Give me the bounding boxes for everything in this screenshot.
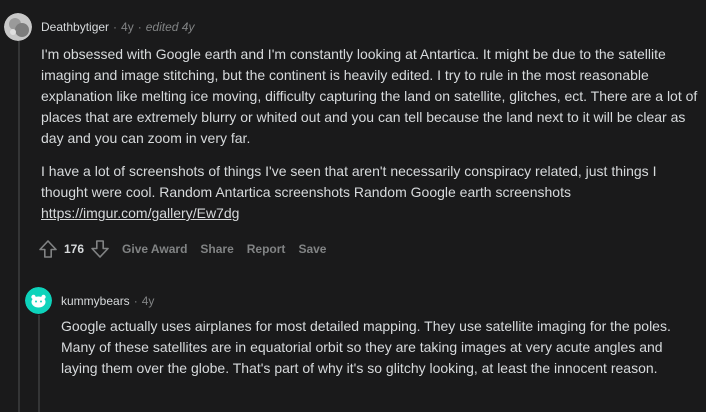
meta-separator: · (133, 294, 138, 308)
comment2-paragraph: Google actually uses airplanes for most … (61, 318, 671, 376)
meta-separator: · (113, 20, 118, 34)
meta-separator: · (137, 20, 142, 34)
share-button[interactable]: Share (200, 242, 233, 256)
arrow-up-icon[interactable] (38, 239, 58, 259)
comment2-timestamp[interactable]: 4y (142, 294, 155, 308)
arrow-down-icon[interactable] (90, 239, 110, 259)
comment1-paragraph-2: I have a lot of screenshots of things I'… (41, 161, 701, 224)
comment2-author[interactable]: kummybears (61, 294, 130, 308)
comment1-timestamp[interactable]: 4y (121, 20, 134, 34)
comment1-action-bar: 176 Give Award Share Report Save (38, 239, 339, 259)
vote-controls: 176 (38, 239, 110, 259)
comment1-body: I'm obsessed with Google earth and I'm c… (41, 44, 701, 236)
comment1-paragraph-2-text: I have a lot of screenshots of things I'… (41, 163, 657, 200)
comment1-meta: Deathbytiger · 4y · edited 4y (41, 20, 194, 34)
give-award-button[interactable]: Give Award (122, 242, 187, 256)
comment1-author[interactable]: Deathbytiger (41, 20, 109, 34)
comment2-meta: kummybears · 4y (61, 294, 154, 308)
thread-line-comment1[interactable] (18, 34, 20, 412)
save-button[interactable]: Save (298, 242, 326, 256)
avatar-kummybears[interactable] (25, 287, 52, 314)
comment1-edited: edited 4y (145, 20, 195, 34)
report-button[interactable]: Report (247, 242, 286, 256)
comment2-body: Google actually uses airplanes for most … (61, 316, 701, 391)
vote-score: 176 (64, 242, 85, 256)
avatar-deathbytiger[interactable] (4, 13, 32, 41)
imgur-link[interactable]: https://imgur.com/gallery/Ew7dg (41, 205, 239, 221)
thread-line-comment2[interactable] (38, 315, 40, 412)
comment1-paragraph-1: I'm obsessed with Google earth and I'm c… (41, 46, 698, 146)
